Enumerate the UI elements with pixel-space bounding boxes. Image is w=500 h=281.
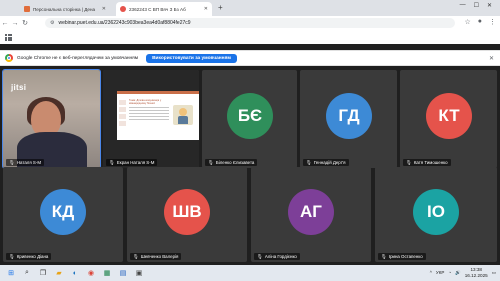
participant-tile[interactable]: КД 🎙 Кривенко Діана	[3, 167, 123, 262]
participant-name: Екран Наталя S-M	[116, 160, 155, 165]
forward-icon[interactable]: →	[10, 20, 20, 27]
mic-muted-icon: 🎙	[133, 253, 139, 259]
mic-muted-icon: 🎙	[9, 253, 15, 259]
set-default-button[interactable]: Використовувати за умовчанням	[146, 53, 237, 63]
address-bar[interactable]: ⚙ webinar.puet.edu.ua/2362243c903bea3ea4…	[45, 18, 455, 28]
participant-tile-screenshare[interactable]: Тема: Ділова комунікація у міжнародному …	[103, 70, 199, 168]
participant-name: Кривенко Діана	[16, 254, 49, 259]
minimize-icon[interactable]: —	[460, 2, 466, 9]
participant-name: Біленко Єлизавета	[215, 160, 255, 165]
mic-muted-icon: 🎙	[406, 159, 412, 165]
edge-browser-icon[interactable]: ◐	[70, 268, 80, 278]
participant-name-bar: 🎙 Шевченко Валерія	[130, 253, 182, 260]
notifications-icon[interactable]: ▭	[492, 270, 496, 276]
avatar: КД	[40, 189, 86, 235]
new-tab-button[interactable]: +	[218, 3, 223, 12]
close-infobar-icon[interactable]: ✕	[489, 55, 494, 62]
participant-tile[interactable]: КТ 🎙 Катя Тимошенко	[400, 70, 497, 168]
tab-label: 2362243 С ВП Вяч З Бз Аб	[129, 6, 186, 12]
mic-muted-icon: 🎙	[381, 253, 387, 259]
participant-tile[interactable]: ШВ 🎙 Шевченко Валерія	[127, 167, 247, 262]
mic-icon: 🎙	[109, 159, 115, 165]
participant-name: Ірина Остапенко	[388, 254, 423, 259]
excel-icon[interactable]: ▦	[102, 268, 112, 278]
mic-icon: 🎙	[9, 159, 15, 165]
slide-illustration	[173, 105, 193, 125]
participant-name-bar: 🎙 Екран Наталя S-M	[106, 159, 158, 166]
bookmarks-bar	[0, 30, 500, 44]
toolbar-actions: ☆ ● ⋮	[464, 18, 496, 26]
system-tray: ^ УКР ◔ 🔊 13:38 16.12.2025 ▭	[430, 267, 496, 278]
default-browser-infobar: Google Chrome не є веб-переглядачем за у…	[0, 50, 500, 66]
participant-name-bar: 🎙 Катя Тимошенко	[403, 159, 451, 166]
tab-personal-page[interactable]: Персональна сторінка | Дена ✕	[20, 2, 110, 16]
back-icon[interactable]: ←	[0, 20, 10, 27]
participant-name-bar: 🎙 Біленко Єлизавета	[205, 159, 258, 166]
participant-tile[interactable]: АГ 🎙 Аліна Гордієнко	[251, 167, 371, 262]
participant-name-bar: 🎙 Геннадій Дерг'я	[303, 159, 349, 166]
clock[interactable]: 13:38 16.12.2025	[465, 267, 488, 278]
shared-slide: Тема: Ділова комунікація у міжнародному …	[117, 91, 199, 140]
recording-icon	[120, 6, 126, 12]
close-window-icon[interactable]: ✕	[487, 2, 492, 9]
participant-name: Катя Тимошенко	[413, 160, 448, 165]
menu-icon[interactable]: ⋮	[489, 18, 496, 26]
jitsi-watermark: jitsi	[11, 83, 27, 92]
participant-name: Аліна Гордієнко	[264, 254, 297, 259]
window-controls: — ☐ ✕	[460, 2, 492, 9]
mic-muted-icon: 🎙	[208, 159, 214, 165]
avatar: КТ	[426, 93, 472, 139]
clock-date: 16.12.2025	[464, 272, 488, 278]
chrome-logo-icon	[5, 54, 13, 62]
mic-muted-icon: 🎙	[306, 159, 312, 165]
avatar: ГД	[326, 93, 372, 139]
infobar-message: Google Chrome не є веб-переглядачем за у…	[17, 55, 139, 61]
participant-name: Наталя S-M	[16, 160, 41, 165]
tab-webinar[interactable]: 2362243 С ВП Вяч З Бз Аб ✕	[116, 2, 212, 16]
wifi-icon[interactable]: ◔	[448, 270, 451, 275]
participant-tile-video[interactable]: jitsi 🎙 Наталя S-M	[2, 69, 101, 169]
search-icon[interactable]: ⌕	[22, 268, 32, 278]
participant-name-bar: 🎙 Наталя S-M	[6, 159, 44, 166]
store-icon[interactable]: ▣	[134, 268, 144, 278]
site-info-icon[interactable]: ⚙	[50, 20, 54, 26]
apps-grid-icon[interactable]	[5, 34, 12, 41]
maximize-icon[interactable]: ☐	[474, 2, 479, 9]
address-text: webinar.puet.edu.ua/2362243c903bea3ea4d0…	[58, 20, 191, 26]
participant-tile[interactable]: ІО 🎙 Ірина Остапенко	[375, 167, 497, 262]
start-menu-icon[interactable]: ⊞	[6, 268, 16, 278]
word-icon[interactable]: ▤	[118, 268, 128, 278]
participant-tile[interactable]: БЄ 🎙 Біленко Єлизавета	[202, 70, 297, 168]
profile-icon[interactable]: ●	[478, 18, 482, 26]
close-tab-icon[interactable]: ✕	[99, 6, 106, 12]
volume-icon[interactable]: 🔊	[455, 270, 461, 276]
participant-name-bar: 🎙 Кривенко Діана	[6, 253, 52, 260]
tab-strip: Персональна сторінка | Дена ✕ 2362243 С …	[0, 0, 500, 16]
participant-name: Геннадій Дерг'я	[313, 160, 346, 165]
bookmark-star-icon[interactable]: ☆	[464, 18, 470, 26]
file-explorer-icon[interactable]: ▰	[54, 268, 64, 278]
browser-toolbar: ← → ↻ ⚙ webinar.puet.edu.ua/2362243c903b…	[0, 16, 500, 30]
close-tab-icon[interactable]: ✕	[201, 6, 208, 12]
reload-icon[interactable]: ↻	[20, 19, 30, 27]
participant-name-bar: 🎙 Ірина Остапенко	[378, 253, 426, 260]
avatar: ШВ	[164, 189, 210, 235]
language-indicator[interactable]: УКР	[436, 270, 444, 275]
windows-taskbar: ⊞ ⌕ ❐ ▰ ◐ ◉ ▦ ▤ ▣ ^ УКР ◔ 🔊 13:38 16.12.…	[0, 265, 500, 281]
tab-label: Персональна сторінка | Дена	[33, 6, 96, 12]
meeting-stage: jitsi 🎙 Наталя S-M Тема: Ділова комуніка…	[0, 66, 500, 265]
participant-name: Шевченко Валерія	[140, 254, 179, 259]
site-favicon-icon	[24, 6, 30, 12]
avatar: АГ	[288, 189, 334, 235]
participant-name-bar: 🎙 Аліна Гордієнко	[254, 253, 300, 260]
avatar: БЄ	[227, 93, 273, 139]
avatar: ІО	[413, 189, 459, 235]
participant-tile[interactable]: ГД 🎙 Геннадій Дерг'я	[300, 70, 397, 168]
chrome-browser-icon[interactable]: ◉	[86, 268, 96, 278]
task-view-icon[interactable]: ❐	[38, 268, 48, 278]
slide-title: Тема: Ділова комунікація у міжнародному …	[129, 99, 162, 105]
mic-muted-icon: 🎙	[257, 253, 263, 259]
chevron-up-icon[interactable]: ^	[430, 270, 432, 275]
